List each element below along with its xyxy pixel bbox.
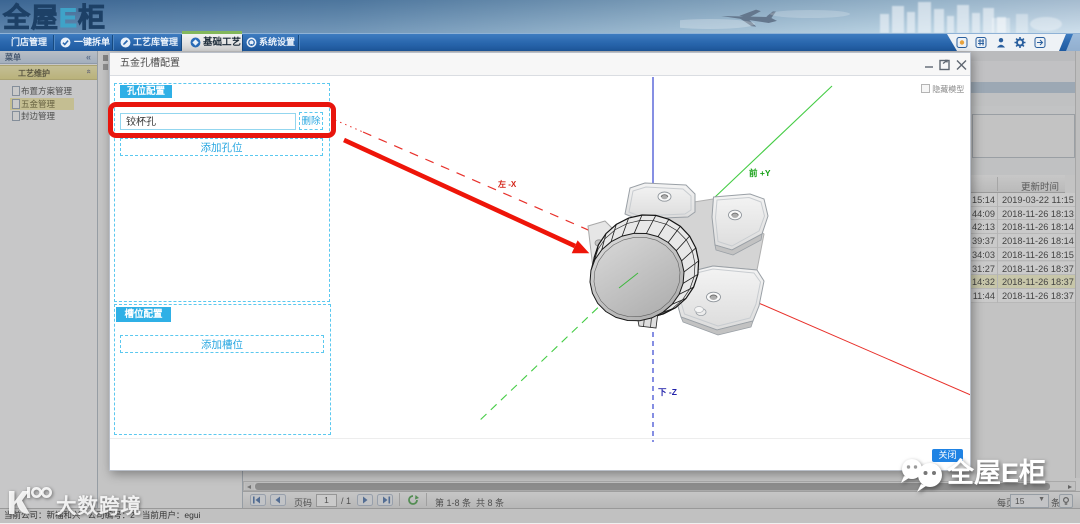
svg-text:下 -Z: 下 -Z	[658, 387, 677, 397]
svg-text:全屋E柜: 全屋E柜	[946, 457, 1046, 488]
svg-text:前 +Y: 前 +Y	[749, 168, 771, 178]
svg-text:左 -X: 左 -X	[497, 179, 517, 189]
svg-text:大数跨境: 大数跨境	[56, 494, 142, 518]
